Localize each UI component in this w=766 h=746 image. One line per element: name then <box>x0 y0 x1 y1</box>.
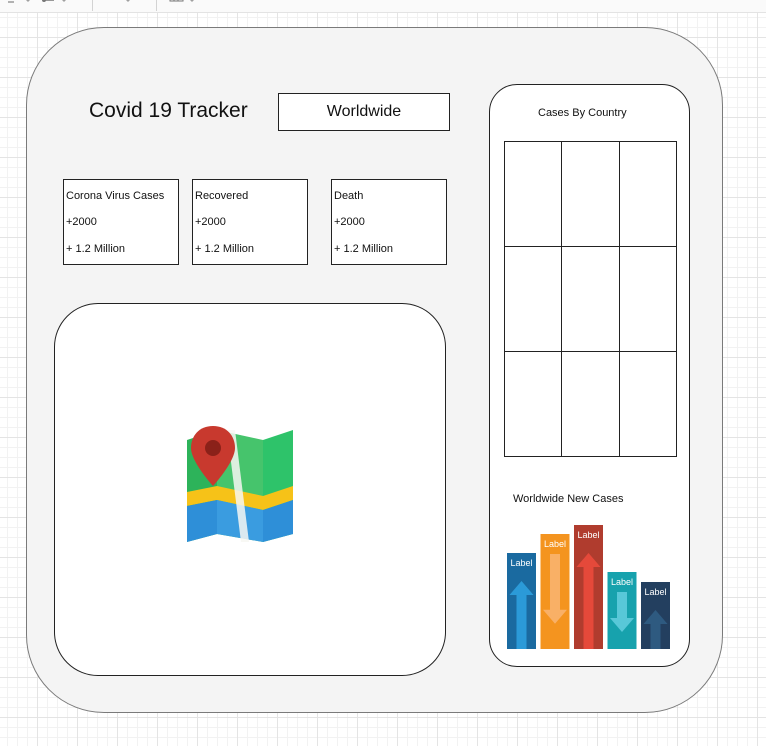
recovered-stat-card[interactable]: Recovered +2000 + 1.2 Million <box>192 179 308 265</box>
table-cell <box>618 246 678 352</box>
new-cases-title: Worldwide New Cases <box>513 493 624 505</box>
stat-today: +2000 <box>334 216 365 228</box>
add-icon[interactable] <box>104 0 131 6</box>
stat-title: Recovered <box>195 190 249 202</box>
map-pin-icon <box>187 426 293 542</box>
cases-stat-card[interactable]: Corona Virus Cases +2000 + 1.2 Million <box>63 179 179 265</box>
chart-bar-label: Label <box>644 587 666 597</box>
chart-bar-group: Label <box>574 525 603 649</box>
country-panel: Cases By Country Worldwide New Cases Lab… <box>489 84 690 667</box>
stat-title: Death <box>334 190 364 202</box>
table-row <box>503 141 678 247</box>
stat-today: +2000 <box>66 216 97 228</box>
chart-bar-label: Label <box>611 577 633 587</box>
table-cell <box>503 351 563 457</box>
chart-bar-group: Label <box>607 572 637 649</box>
chart-bar-group: Label <box>641 582 670 649</box>
table-cell <box>618 351 678 457</box>
table-cell <box>561 246 620 352</box>
toolbar-divider <box>92 0 93 11</box>
country-table <box>503 141 678 457</box>
table-row <box>503 351 678 457</box>
chart-bar-label: Label <box>544 539 566 549</box>
cases-by-country-title: Cases By Country <box>538 107 627 119</box>
waypoint-icon[interactable] <box>40 0 67 6</box>
page-title: Covid 19 Tracker <box>89 99 248 122</box>
new-cases-chart: Label Label Label Label Label <box>507 525 670 649</box>
table-row <box>503 246 678 352</box>
map-panel[interactable] <box>54 303 446 676</box>
table-cell <box>503 141 563 247</box>
table-icon[interactable] <box>168 0 195 6</box>
chart-bar-label: Label <box>577 530 599 540</box>
stat-title: Corona Virus Cases <box>66 190 165 202</box>
undo-icon[interactable] <box>6 0 31 6</box>
chart-bar-group: Label <box>540 534 570 649</box>
stat-total: + 1.2 Million <box>334 243 394 255</box>
editor-toolbar <box>0 0 766 13</box>
toolbar-divider <box>156 0 157 11</box>
table-cell <box>503 246 563 352</box>
table-cell <box>561 351 620 457</box>
stat-total: + 1.2 Million <box>66 243 126 255</box>
deaths-stat-card[interactable]: Death +2000 + 1.2 Million <box>331 179 447 265</box>
chart-bar-group: Label <box>507 553 536 649</box>
table-cell <box>561 141 620 247</box>
stat-total: + 1.2 Million <box>195 243 255 255</box>
stat-today: +2000 <box>195 216 226 228</box>
table-cell <box>618 141 678 247</box>
region-dropdown[interactable]: Worldwide <box>278 93 450 131</box>
chart-bar-label: Label <box>510 558 532 568</box>
